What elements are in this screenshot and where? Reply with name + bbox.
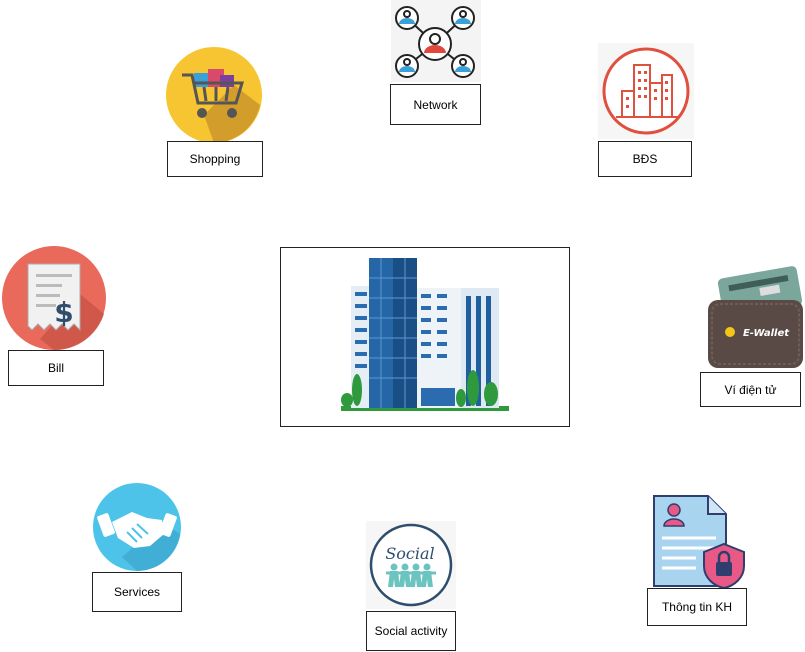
city-buildings-icon <box>598 43 694 139</box>
shopping-cart-icon <box>164 45 264 143</box>
people-network-icon <box>391 0 481 82</box>
bill-label: Bill <box>8 350 104 386</box>
network-label: Network <box>390 84 481 125</box>
bds-label: BĐS <box>598 141 692 177</box>
customer-info-label: Thông tin KH <box>647 588 747 626</box>
social-activity-label: Social activity <box>366 611 456 651</box>
social-people-icon: Social <box>366 521 456 609</box>
shopping-label: Shopping <box>167 141 263 177</box>
office-building-icon <box>341 258 509 411</box>
hub-building-box <box>280 247 570 427</box>
e-wallet-icon-text: E-Wallet <box>743 328 790 339</box>
svg-text:$: $ <box>54 296 73 329</box>
social-icon-text: Social <box>385 544 434 563</box>
secure-document-icon <box>646 492 750 590</box>
wallet-label: Ví điện tử <box>700 372 801 407</box>
handshake-icon <box>92 482 182 572</box>
services-label: Services <box>92 572 182 612</box>
e-wallet-icon: E-Wallet <box>700 262 805 374</box>
receipt-dollar-icon: $ <box>0 244 108 352</box>
